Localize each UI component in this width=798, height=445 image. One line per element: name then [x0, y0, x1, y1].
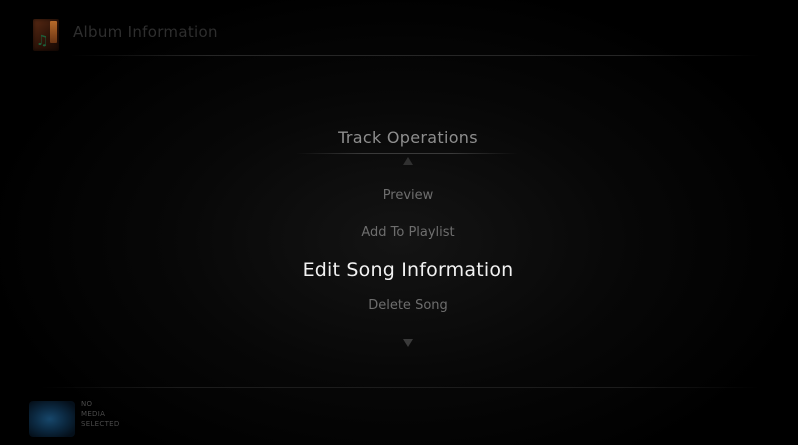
header-divider	[70, 55, 760, 56]
menu-item-delete-song[interactable]: Delete Song	[250, 298, 566, 313]
menu-title-divider	[296, 153, 518, 154]
status-line-3: SELECTED	[81, 420, 120, 428]
status-line-1: NO	[81, 400, 93, 408]
now-playing-status: NO MEDIA SELECTED	[81, 399, 120, 429]
page-title: Album Information	[73, 23, 218, 41]
status-line-2: MEDIA	[81, 410, 106, 418]
album-art-bar-icon	[50, 21, 57, 43]
album-art-icon: ♫	[33, 19, 59, 51]
screen: ♫ Album Information Track Operations Pre…	[0, 0, 798, 445]
music-note-icon: ♫	[36, 33, 49, 49]
arrow-up-icon[interactable]	[403, 157, 413, 165]
footer-divider	[40, 387, 760, 388]
arrow-down-icon[interactable]	[403, 339, 413, 347]
menu-item-preview[interactable]: Preview	[250, 188, 566, 203]
menu-item-add-to-playlist[interactable]: Add To Playlist	[250, 225, 566, 240]
menu-title: Track Operations	[338, 128, 478, 147]
menu-item-edit-song-information[interactable]: Edit Song Information	[250, 259, 566, 281]
media-thumbnail-icon	[29, 401, 75, 437]
